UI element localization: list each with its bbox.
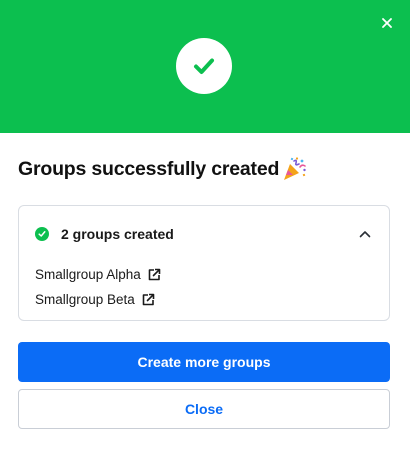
groups-summary-card: 2 groups created Smallgroup Alpha Smallg… — [18, 205, 390, 321]
checkmark-icon — [176, 38, 232, 94]
close-icon[interactable] — [378, 14, 396, 32]
group-list: Smallgroup Alpha Smallgroup Beta — [35, 262, 161, 312]
summary-header[interactable]: 2 groups created — [35, 224, 375, 244]
group-name: Smallgroup Beta — [35, 292, 135, 307]
group-name: Smallgroup Alpha — [35, 267, 141, 282]
create-more-groups-button[interactable]: Create more groups — [18, 342, 390, 382]
party-popper-icon — [281, 156, 307, 182]
external-link-icon — [147, 268, 161, 282]
dialog-title: Groups successfully created — [18, 157, 280, 180]
group-link[interactable]: Smallgroup Beta — [35, 287, 161, 312]
groups-created-count: 2 groups created — [61, 226, 174, 242]
success-banner — [0, 0, 410, 133]
group-link[interactable]: Smallgroup Alpha — [35, 262, 161, 287]
title-row: Groups successfully created — [18, 154, 307, 184]
close-button[interactable]: Close — [18, 389, 390, 429]
chevron-up-icon[interactable] — [357, 226, 373, 242]
external-link-icon — [141, 293, 155, 307]
success-check-icon — [35, 227, 49, 241]
